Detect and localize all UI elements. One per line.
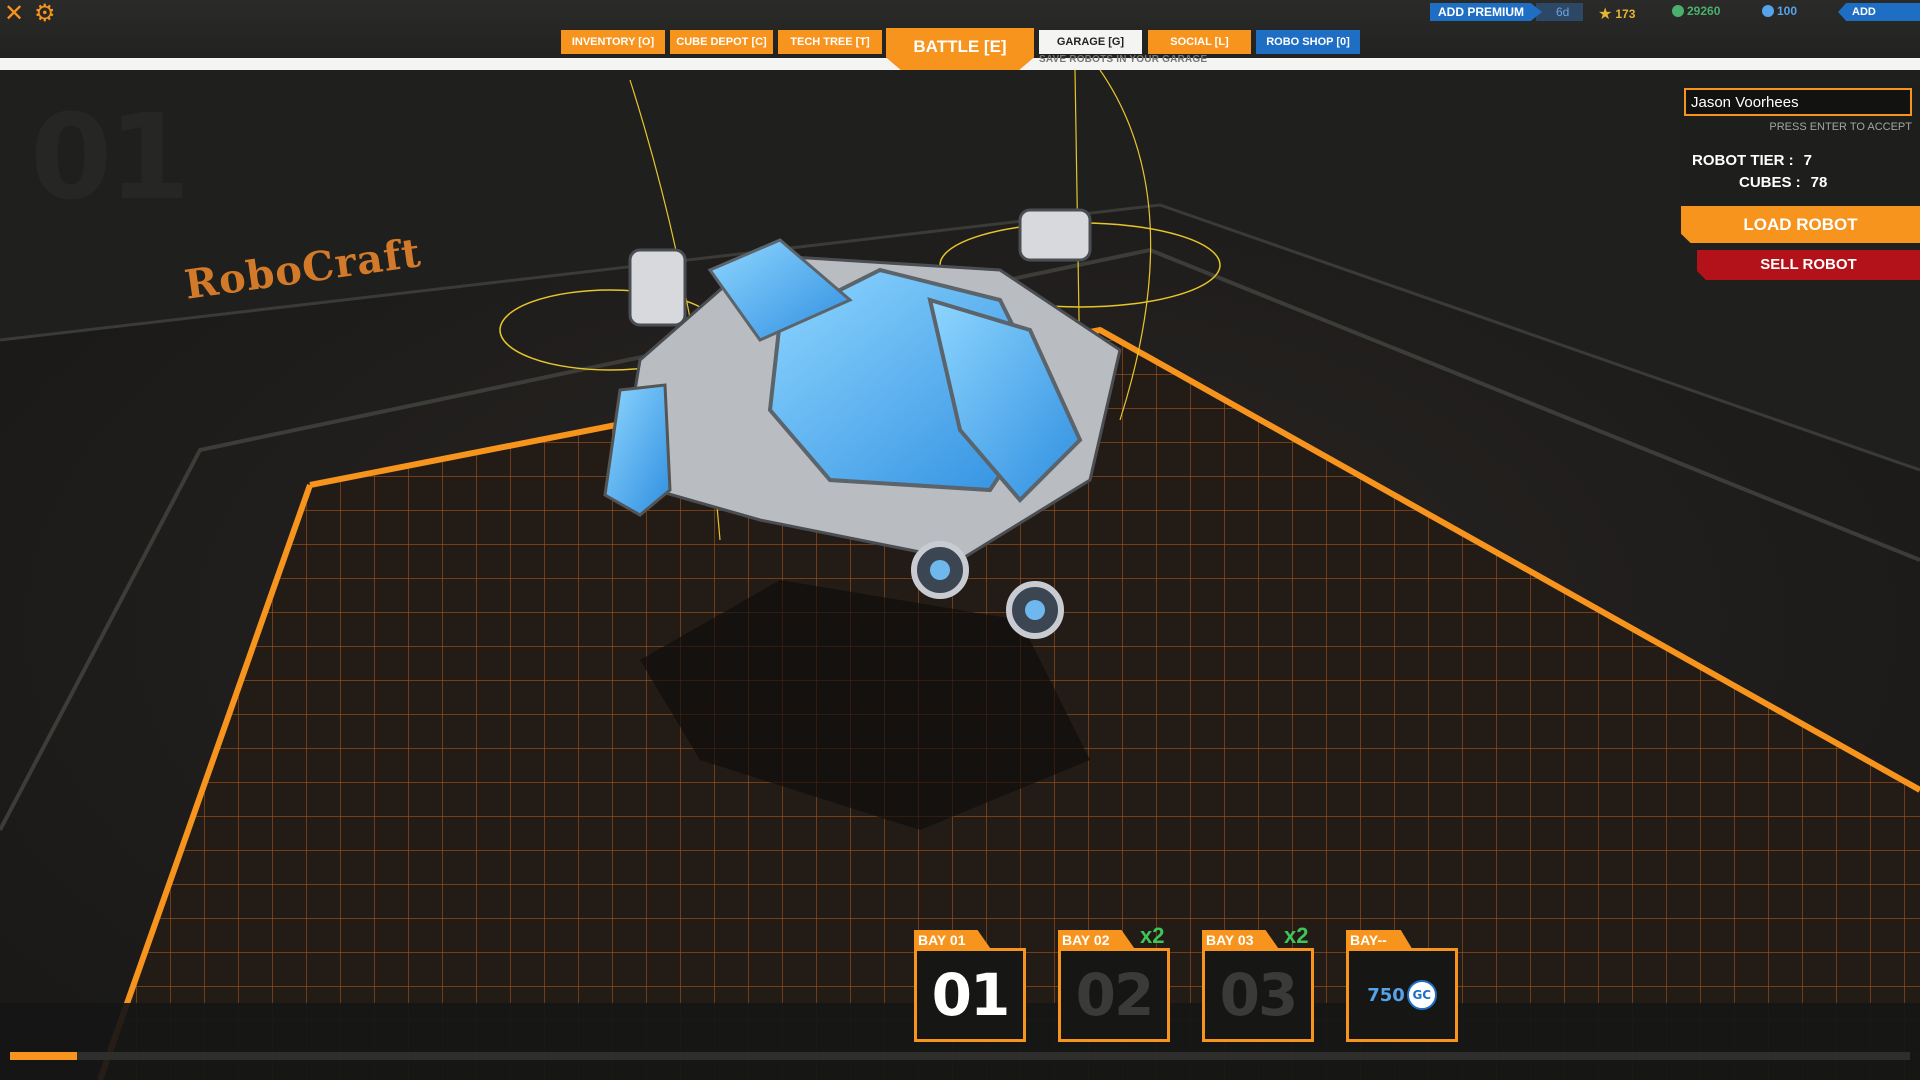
premium-days-remaining: 6d xyxy=(1536,3,1584,21)
tab-robo-shop[interactable]: ROBO SHOP [0] xyxy=(1256,30,1360,54)
garage-scene xyxy=(0,70,1920,1080)
bay-label: BAY 03 xyxy=(1202,930,1280,950)
progress-bar-fill xyxy=(10,1052,77,1060)
tech-points-counter: ★ 173 xyxy=(1598,4,1635,24)
bay-03[interactable]: BAY 03 x2 03 xyxy=(1202,923,1314,1042)
sell-robot-button[interactable]: SELL ROBOT xyxy=(1697,250,1920,280)
add-premium-button[interactable]: ADD PREMIUM xyxy=(1430,3,1542,21)
load-robot-button[interactable]: LOAD ROBOT xyxy=(1681,206,1920,243)
bay-number: 03 xyxy=(1202,948,1314,1042)
star-icon: ★ xyxy=(1598,6,1613,23)
galaxy-coins-counter: 100 xyxy=(1762,4,1797,18)
bay-number: 01 xyxy=(914,948,1026,1042)
bay-number: 02 xyxy=(1058,948,1170,1042)
tech-points-value: 173 xyxy=(1615,7,1636,21)
bay-label: BAY-- xyxy=(1346,930,1413,950)
gear-icon[interactable]: ⚙ xyxy=(34,2,56,26)
cubes-stat: CUBES : 78 xyxy=(1739,174,1827,191)
robits-value: 29260 xyxy=(1687,4,1721,18)
progress-bar xyxy=(10,1052,1910,1060)
tab-social[interactable]: SOCIAL [L] xyxy=(1148,30,1251,54)
robot-name-hint: PRESS ENTER TO ACCEPT xyxy=(1769,121,1912,133)
gc-coin-icon xyxy=(1762,5,1774,17)
premium-box: ADD PREMIUM 6d xyxy=(1430,3,1584,21)
current-bay-number: 01 xyxy=(30,88,190,226)
robit-icon xyxy=(1672,5,1684,17)
add-funds-button[interactable]: ADD FUNDS xyxy=(1838,3,1920,21)
galaxy-coins-value: 100 xyxy=(1777,4,1798,18)
bay-label: BAY 01 xyxy=(914,930,992,950)
tab-battle[interactable]: BATTLE [E] xyxy=(886,28,1034,70)
bay-01[interactable]: BAY 01 01 xyxy=(914,930,1026,1042)
bay-multiplier: x2 xyxy=(1284,923,1309,948)
robot-tier-stat: ROBOT TIER : 7 xyxy=(1692,152,1812,169)
robot-name-input[interactable] xyxy=(1684,88,1912,116)
bay-price-value: 750 xyxy=(1367,984,1405,1006)
garage-tab-hint: SAVE ROBOTS IN YOUR GARAGE xyxy=(1039,54,1208,65)
cubes-value: 78 xyxy=(1810,174,1828,191)
bay-price: 750 GC xyxy=(1367,980,1437,1010)
close-icon[interactable]: ✕ xyxy=(4,2,24,26)
bay-02[interactable]: BAY 02 x2 02 xyxy=(1058,923,1170,1042)
bay-price-box: 750 GC xyxy=(1346,948,1458,1042)
tab-tech-tree[interactable]: TECH TREE [T] xyxy=(778,30,882,54)
robot-tier-value: 7 xyxy=(1803,152,1813,169)
bay-label: BAY 02 xyxy=(1058,930,1136,950)
tab-inventory[interactable]: INVENTORY [O] xyxy=(561,30,665,54)
cubes-label: CUBES : xyxy=(1739,174,1801,191)
bay-multiplier: x2 xyxy=(1140,923,1165,948)
robits-counter: 29260 xyxy=(1672,4,1720,18)
tab-garage[interactable]: GARAGE [G] xyxy=(1039,30,1142,54)
robot-tier-label: ROBOT TIER : xyxy=(1692,152,1794,169)
tab-cube-depot[interactable]: CUBE DEPOT [C] xyxy=(670,30,773,54)
gc-coin-icon: GC xyxy=(1406,980,1437,1010)
bay-buy-new[interactable]: BAY-- 750 GC xyxy=(1346,930,1458,1042)
